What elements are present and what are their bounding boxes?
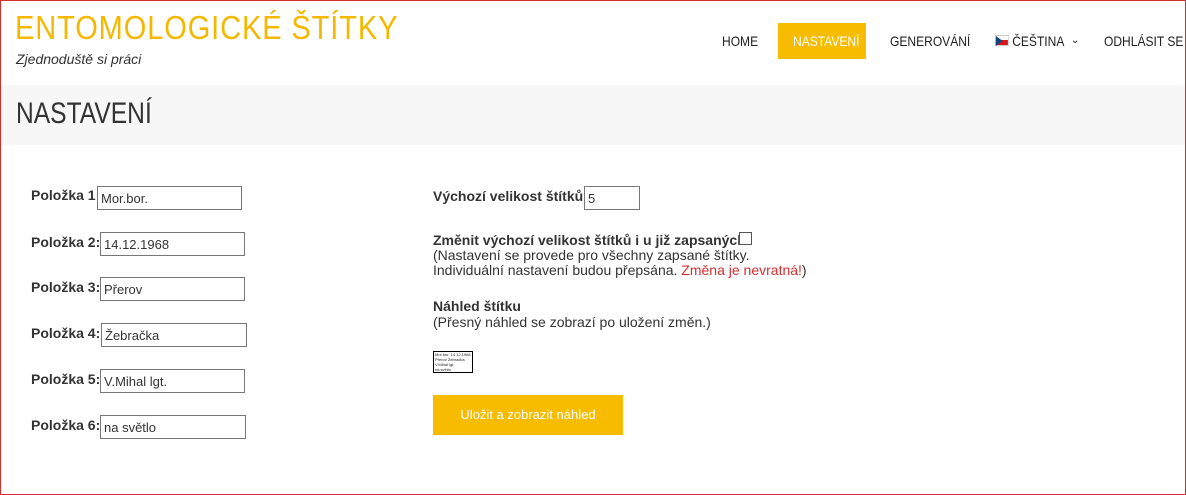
default-size-label: Výchozí velikost štítků: xyxy=(433,188,588,204)
item-5-input[interactable] xyxy=(100,369,245,393)
change-note-close: ) xyxy=(801,262,807,278)
change-existing-checkbox[interactable] xyxy=(739,232,752,245)
save-and-preview-button[interactable]: Uložit a zobrazit náhled xyxy=(433,395,623,435)
change-existing-label: Změnit výchozí velikost štítků i u již z… xyxy=(433,232,751,248)
default-size-input[interactable] xyxy=(584,186,640,210)
czech-flag-icon xyxy=(995,34,1009,46)
main-nav: HOME NASTAVENÍ GENEROVÁNÍ ČEŠTINA ⌄ ODHL… xyxy=(1,23,1185,59)
nav-item-language[interactable]: ČEŠTINA ⌄ xyxy=(995,23,1080,59)
nav-item-settings[interactable]: NASTAVENÍ xyxy=(793,23,859,59)
page-title: NASTAVENÍ xyxy=(16,97,152,130)
language-label: ČEŠTINA xyxy=(1012,33,1065,49)
page-title-bar: NASTAVENÍ xyxy=(1,85,1185,145)
item-4-input[interactable] xyxy=(101,323,247,347)
nav-item-generate[interactable]: GENEROVÁNÍ xyxy=(890,23,970,59)
label-preview: Mor.bor. 14.12.1968 Přerov Žebračka V.Mi… xyxy=(433,351,473,373)
preview-title: Náhled štítku xyxy=(433,298,521,314)
site-header: ENTOMOLOGICKÉ ŠTÍTKY Zjednoduště si prác… xyxy=(1,1,1185,85)
preview-note: (Přesný náhled se zobrazí po uložení změ… xyxy=(433,314,711,330)
item-3-input[interactable] xyxy=(100,277,245,301)
item-6-label: Položka 6: xyxy=(31,417,101,433)
change-note-line2: Individuální nastavení budou přepsána. Z… xyxy=(433,263,807,278)
item-3-label: Položka 3: xyxy=(31,279,101,295)
item-6-input[interactable] xyxy=(100,415,246,439)
chevron-down-icon: ⌄ xyxy=(1070,35,1080,46)
change-note-text: Individuální nastavení budou přepsána. xyxy=(433,262,682,278)
change-note-line1: (Nastavení se provede pro všechny zapsan… xyxy=(433,247,750,263)
item-1-input[interactable] xyxy=(97,186,242,210)
item-2-label: Položka 2: xyxy=(31,234,101,250)
change-irreversible-warning: Změna je nevratná! xyxy=(681,262,802,278)
preview-line-4: na světlo xyxy=(435,367,452,372)
item-2-input[interactable] xyxy=(100,232,245,256)
item-5-label: Položka 5: xyxy=(31,371,101,387)
item-4-label: Položka 4: xyxy=(31,325,101,341)
item-1-label: Položka 1: xyxy=(31,187,101,203)
nav-item-home[interactable]: HOME xyxy=(722,23,758,59)
nav-item-logout[interactable]: ODHLÁSIT SE xyxy=(1104,23,1183,59)
